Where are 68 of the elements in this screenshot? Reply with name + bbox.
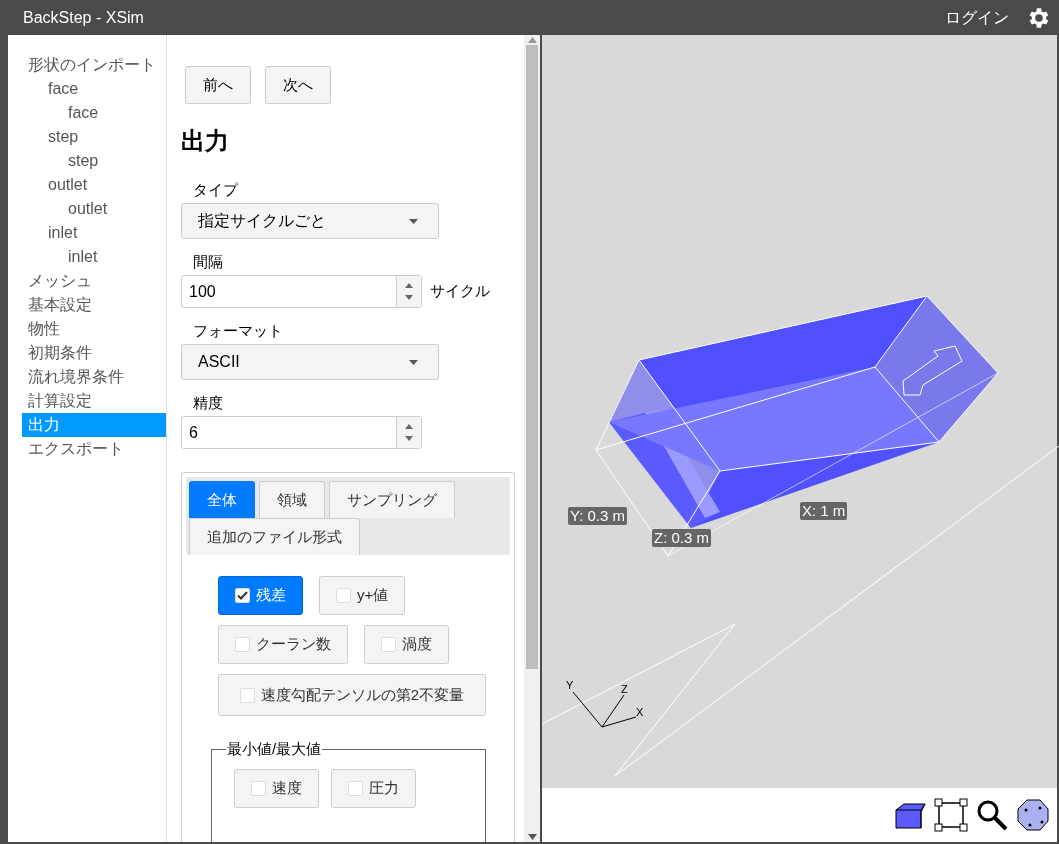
toggle-button[interactable]: 速度勾配テンソルの第2不変量 [218,674,486,716]
field-label: タイプ [192,180,240,200]
sidebar-item[interactable]: 形状のインポート [22,53,166,77]
tab[interactable]: 追加のファイル形式 [189,518,360,555]
field-label: 精度 [192,393,224,413]
axis-triad-drawing [572,691,637,728]
sidebar-item[interactable]: inlet [22,221,166,245]
toggle-button[interactable]: 渦度 [364,625,449,664]
field-label: フォーマット [192,321,284,341]
scrollbar[interactable] [524,35,540,842]
caret-icon [409,359,418,365]
sidebar-item[interactable]: step [22,149,166,173]
checkbox[interactable] [239,687,255,703]
cube-icon[interactable] [894,800,926,830]
dimension-label: Z: 0.3 m [652,529,711,547]
window-title: BackStep - XSim [23,7,144,28]
sidebar-item[interactable]: face [22,101,166,125]
3d-viewport[interactable]: Y Z X Y: 0.3 m Z: 0.3 m X: 1 m [542,35,1057,788]
checkbox[interactable] [348,780,363,796]
sidebar-item[interactable]: エクスポート [22,437,166,461]
sidebar-item[interactable]: outlet [22,173,166,197]
scrollbar-thumb[interactable] [526,45,538,669]
tab[interactable]: 領域 [259,481,325,518]
selection-box-icon[interactable] [934,798,968,832]
tab[interactable]: 全体 [189,481,255,518]
sidebar-item[interactable]: outlet [22,197,166,221]
spinner[interactable] [396,276,421,307]
checkbox[interactable] [336,588,351,603]
sidebar-item[interactable]: inlet [22,245,166,269]
unit-label: サイクル [430,281,490,302]
dimension-label: Y: 0.3 m [568,507,628,525]
toggle-button[interactable]: クーラン数 [218,625,348,664]
nav-button[interactable]: 次へ [265,66,331,104]
sidebar-item[interactable]: 流れ境界条件 [22,365,166,389]
toggle-button[interactable]: 圧力 [331,768,416,808]
number-input[interactable]: 6 [181,416,422,449]
search-icon[interactable] [976,799,1008,831]
dimension-label: X: 1 m [800,502,848,520]
nav-button[interactable]: 前へ [185,66,251,104]
toggle-button[interactable]: 残差 [218,576,303,615]
axis-label: Z [621,683,628,695]
login-link[interactable]: ログイン [945,5,1009,30]
caret-icon [409,218,418,224]
sidebar-item[interactable]: step [22,125,166,149]
axis-label: X [636,706,644,718]
toggle-button[interactable]: 速度 [234,768,319,808]
spinner[interactable] [396,417,421,448]
checkbox[interactable] [235,637,250,652]
axis-label: Y [566,679,574,691]
checkbox[interactable] [381,637,396,652]
sidebar-item[interactable]: メッシュ [22,269,166,293]
dropdown[interactable]: 指定サイクルごと [181,203,439,239]
sidebar-item[interactable]: face [22,77,166,101]
sidebar-item[interactable]: 基本設定 [22,293,166,317]
tab[interactable]: サンプリング [329,481,455,518]
field-label: 間隔 [192,252,224,272]
section-heading: 出力 [181,126,230,156]
polyhedron-icon[interactable] [1016,798,1050,832]
toggle-button[interactable]: y+値 [319,576,406,615]
checkbox[interactable] [251,780,266,796]
sidebar-item[interactable]: 初期条件 [22,341,166,365]
sidebar-item[interactable]: 物性 [22,317,166,341]
dropdown[interactable]: ASCII [181,344,439,380]
number-input[interactable]: 100 [181,275,422,308]
checkbox[interactable] [235,588,250,603]
group-legend: 最小値/最大値 [226,738,323,761]
sidebar-item[interactable]: 計算設定 [22,389,166,413]
scroll-down-icon[interactable] [527,834,537,840]
